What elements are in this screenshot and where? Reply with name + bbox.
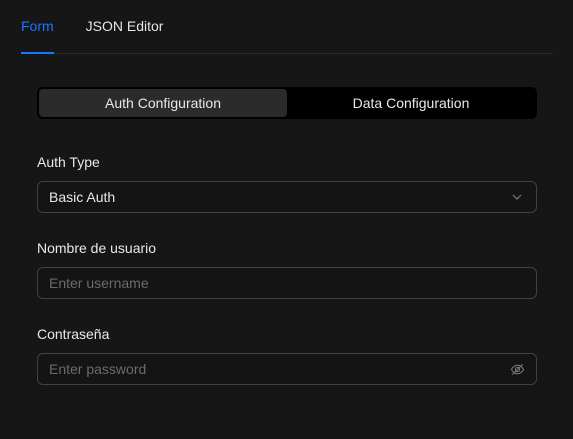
top-tabs: Form JSON Editor <box>21 0 553 54</box>
username-input[interactable] <box>49 275 525 291</box>
form-panel: Form JSON Editor Auth Configuration Data… <box>0 0 573 439</box>
segment-auth-configuration[interactable]: Auth Configuration <box>39 89 287 117</box>
username-label: Nombre de usuario <box>37 240 157 256</box>
password-label: Contraseña <box>37 326 110 342</box>
tab-form-label: Form <box>21 18 54 34</box>
segment-data-configuration[interactable]: Data Configuration <box>287 89 535 117</box>
auth-type-value: Basic Auth <box>49 189 116 205</box>
config-segmented-control: Auth Configuration Data Configuration <box>37 87 537 119</box>
username-field <box>37 267 537 299</box>
tab-form[interactable]: Form <box>21 0 54 54</box>
password-input[interactable] <box>49 361 509 377</box>
eye-off-icon[interactable] <box>509 361 525 377</box>
tab-json-editor[interactable]: JSON Editor <box>86 0 164 53</box>
tab-json-editor-label: JSON Editor <box>85 18 164 34</box>
segment-auth-label: Auth Configuration <box>105 95 221 111</box>
chevron-down-icon <box>509 189 525 205</box>
auth-type-label: Auth Type <box>37 154 100 170</box>
segment-data-label: Data Configuration <box>352 95 470 111</box>
password-field <box>37 353 537 385</box>
auth-type-select[interactable]: Basic Auth <box>37 181 537 213</box>
